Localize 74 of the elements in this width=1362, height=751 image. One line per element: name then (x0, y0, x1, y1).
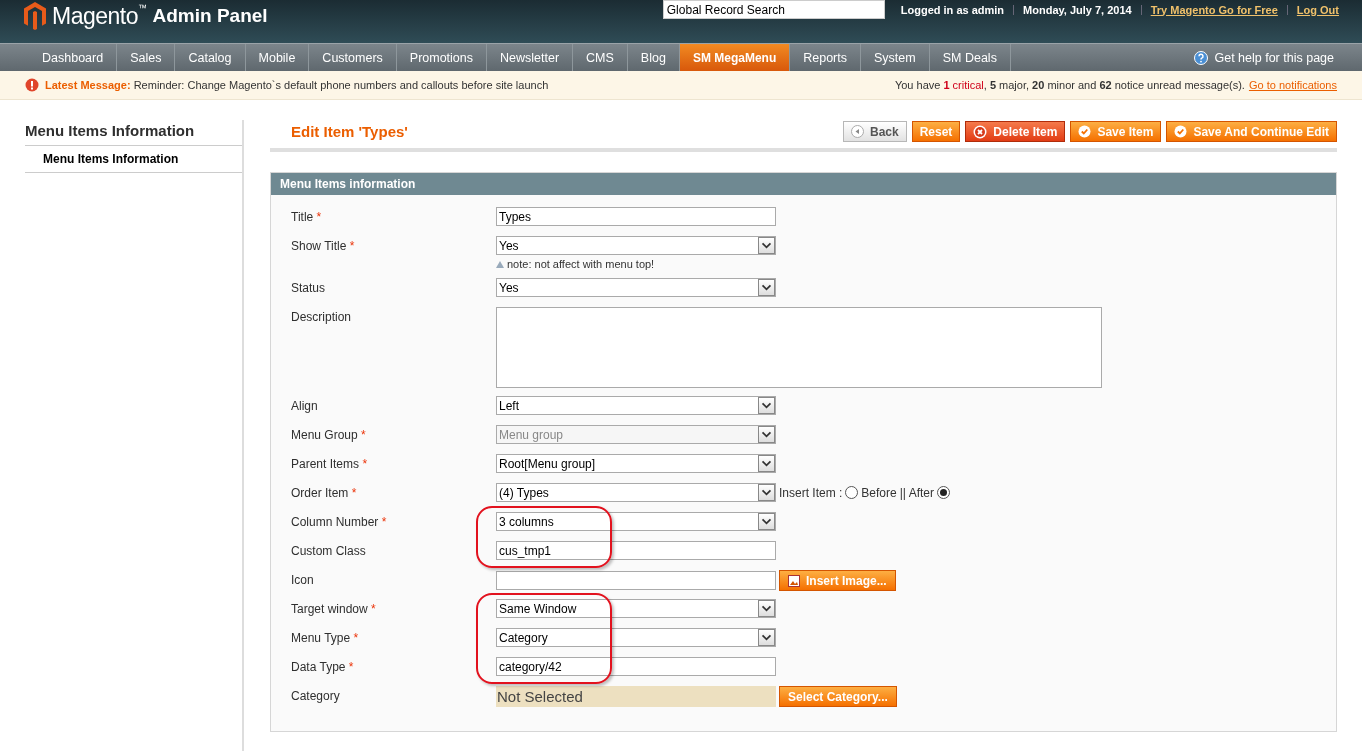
field-label: Status (291, 280, 327, 295)
header-link[interactable]: Try Magento Go for Free (1150, 3, 1278, 16)
select-category-button[interactable]: Select Category... (779, 686, 897, 707)
field-label: Description (291, 309, 353, 324)
logo-icon (24, 2, 46, 30)
magento-logo[interactable]: Magento™ Admin Panel (24, 2, 268, 30)
caret-icon[interactable] (758, 513, 775, 530)
select-field[interactable]: Yes (496, 236, 776, 255)
logo-wordmark: Magento™ (52, 2, 147, 30)
help-icon (1194, 50, 1209, 65)
field-label: Menu Type * (291, 630, 360, 645)
text-field[interactable]: cus_tmp1 (496, 541, 776, 560)
radio-label: || After (899, 485, 934, 500)
textarea-field[interactable] (496, 307, 1102, 388)
date-text: Monday, July 7, 2014 (1023, 3, 1132, 16)
latest-message: Latest Message: Reminder: Change Magento`s default phone numbers and callouts before site launch (45, 79, 549, 91)
caret-icon[interactable] (758, 600, 775, 617)
radio-label: Before (861, 485, 897, 500)
caret-icon[interactable] (758, 484, 775, 501)
image-icon (788, 574, 800, 587)
section-header: Menu Items information (271, 173, 1336, 195)
field-label: Data Type * (291, 659, 355, 674)
notifications-link[interactable]: Go to notifications (1248, 79, 1337, 91)
save-button[interactable]: Save Item (1070, 121, 1162, 142)
check-icon (1078, 125, 1092, 138)
field-label: Order Item * (291, 485, 358, 500)
select-field[interactable]: 3 columns (496, 512, 776, 531)
delete-button[interactable]: Delete Item (965, 121, 1066, 142)
insert-item-label: Insert Item : (779, 485, 843, 500)
header-link[interactable]: Log Out (1296, 3, 1339, 16)
select-field[interactable]: Root[Menu group] (496, 454, 776, 473)
select-field[interactable]: Same Window (496, 599, 776, 618)
page-title: Edit Item 'Types' (291, 123, 408, 140)
radio-button[interactable] (845, 486, 859, 499)
insert-image-button[interactable]: Insert Image... (779, 570, 896, 591)
alert-icon (25, 78, 39, 92)
back-button[interactable]: Back (843, 121, 907, 142)
field-label: Custom Class (291, 543, 367, 558)
category-display: Not Selected (496, 686, 776, 707)
field-label: Show Title * (291, 238, 356, 253)
caret-icon[interactable] (758, 279, 775, 296)
radio-button[interactable] (936, 486, 950, 499)
help-link[interactable]: Get help for this page (1194, 44, 1362, 71)
reset-button[interactable]: Reset (911, 121, 961, 142)
caret-icon[interactable] (758, 629, 775, 646)
field-note: note: not affect with menu top! (507, 258, 655, 270)
field-label: Category (291, 688, 341, 703)
field-label: Menu Group * (291, 427, 367, 442)
text-field[interactable]: category/42 (496, 657, 776, 676)
field-label: Target window * (291, 601, 377, 616)
caret-icon[interactable] (758, 397, 775, 414)
text-field[interactable]: Types (496, 207, 776, 226)
field-label: Parent Items * (291, 456, 369, 471)
save-button[interactable]: Save And Continue Edit (1166, 121, 1337, 142)
field-label: Icon (291, 572, 315, 587)
triangle-icon (496, 260, 504, 268)
select-field[interactable]: (4) Types (496, 483, 776, 502)
back-icon (851, 125, 864, 138)
message-summary: You have 1 critical, 5 major, 20 minor and 62 notice unread message(s). (894, 79, 1245, 91)
nav-tab[interactable]: SM MegaMenu (679, 44, 791, 71)
field-label: Align (291, 398, 319, 413)
text-field[interactable] (496, 571, 776, 590)
select-field[interactable]: Category (496, 628, 776, 647)
field-label: Title * (291, 209, 323, 224)
close-icon (973, 124, 988, 139)
user-text: Logged in as admin (900, 3, 1005, 16)
logo-subtitle: Admin Panel (152, 5, 268, 27)
caret-icon[interactable] (758, 237, 775, 254)
global-search-field[interactable]: Global Record Search (662, 0, 885, 19)
select-field[interactable]: Left (496, 396, 776, 415)
select-field[interactable]: Yes (496, 278, 776, 297)
caret-icon[interactable] (758, 455, 775, 472)
field-label: Column Number * (291, 514, 388, 529)
check-icon (1174, 125, 1188, 138)
